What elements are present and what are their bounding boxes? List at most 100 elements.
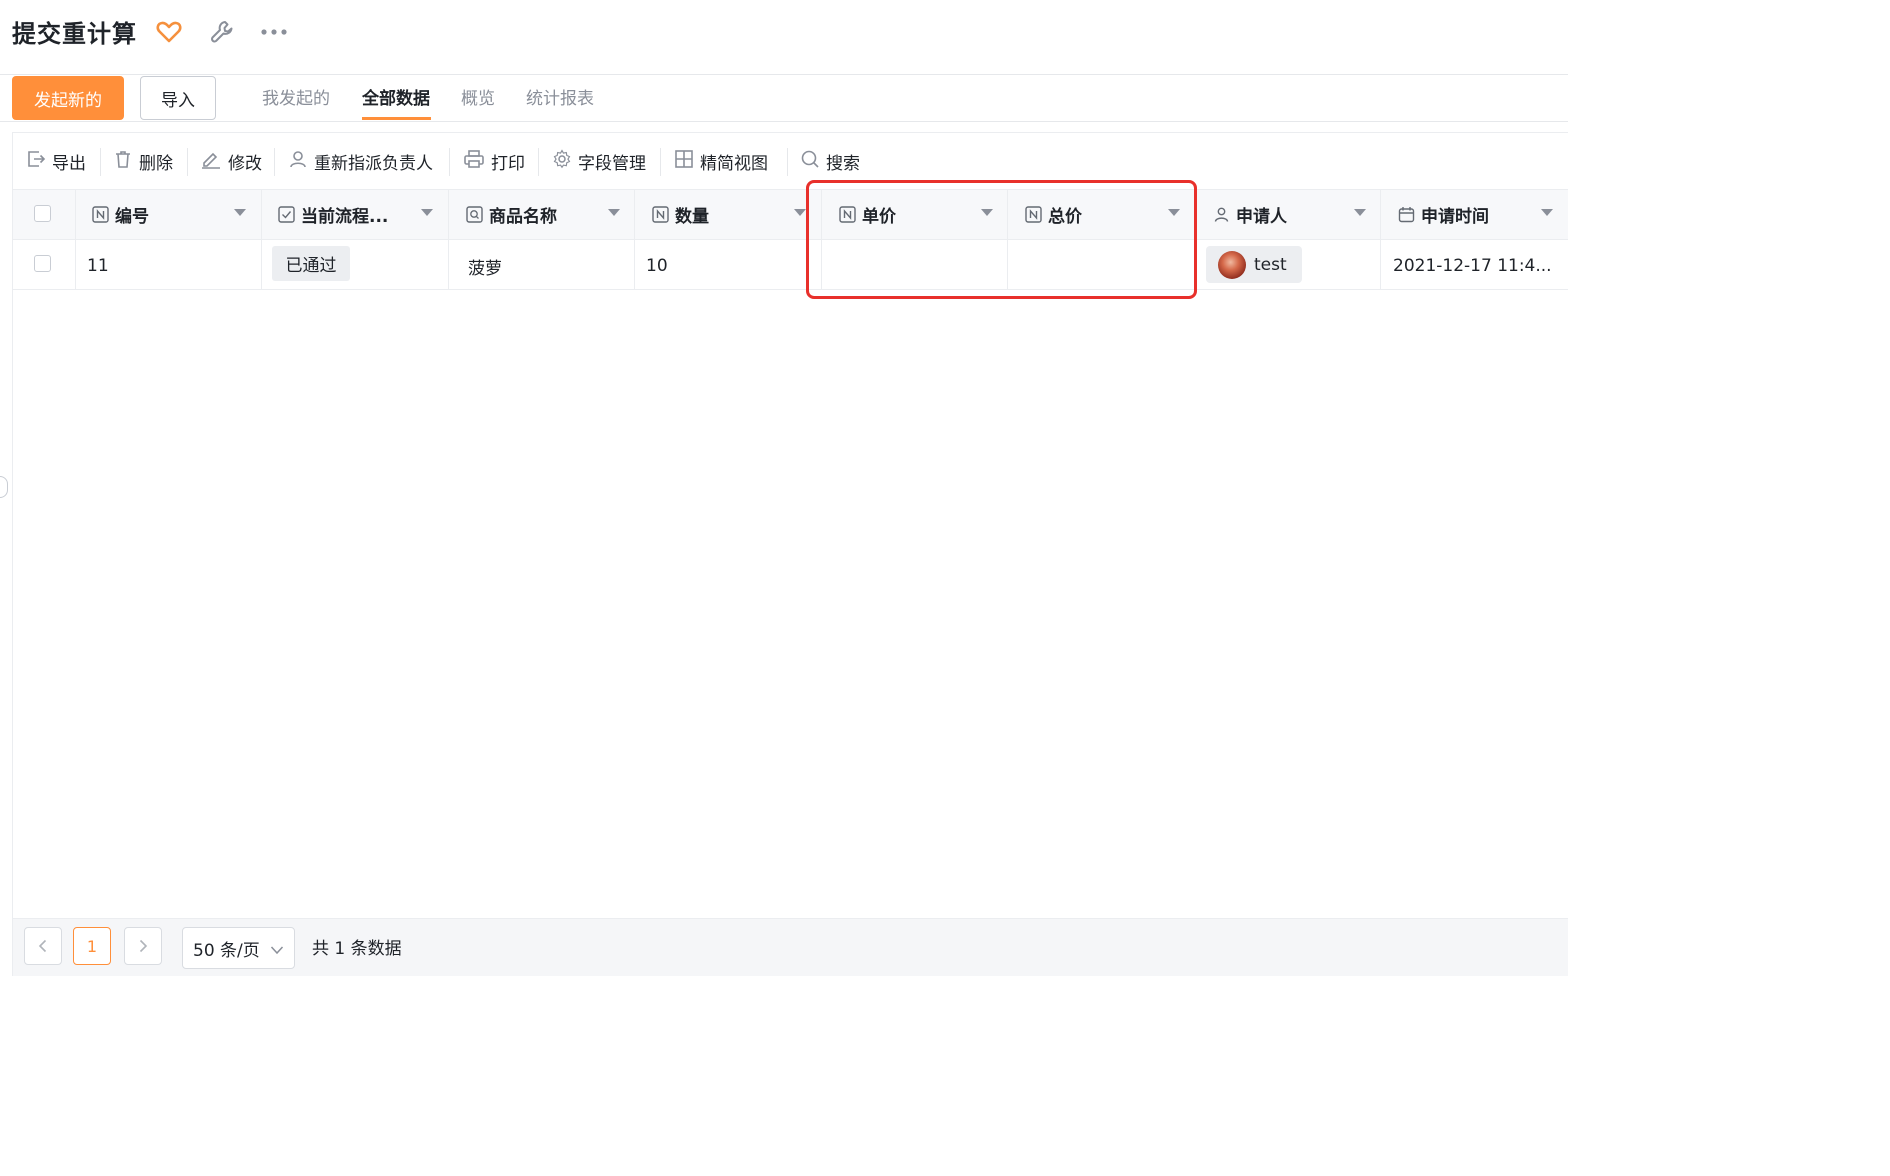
gear-icon <box>552 148 572 174</box>
column-header-current-process[interactable]: 当前流程... <box>278 190 388 239</box>
column-menu-caret-icon[interactable] <box>1354 209 1366 216</box>
grid-view-icon <box>674 149 694 174</box>
person-icon <box>288 149 308 174</box>
chevron-down-icon <box>270 940 284 960</box>
column-header-quantity[interactable]: 数量 <box>652 190 709 239</box>
number-field-icon <box>92 206 109 223</box>
import-button[interactable]: 导入 <box>140 76 216 120</box>
column-divider <box>75 190 76 289</box>
search-label: 搜索 <box>826 153 860 174</box>
number-field-icon <box>839 206 856 223</box>
column-header-applied-time[interactable]: 申请时间 <box>1398 190 1489 239</box>
applicant-name: test <box>1254 254 1287 275</box>
cell-total-price[interactable] <box>1019 252 1179 280</box>
number-field-icon <box>1025 206 1042 223</box>
printer-icon <box>463 149 485 174</box>
delete-button[interactable]: 删除 <box>113 146 173 176</box>
toolbar-separator <box>100 148 101 176</box>
edit-pen-icon <box>200 149 222 174</box>
avatar <box>1218 250 1246 279</box>
tab-overview[interactable]: 概览 <box>461 84 495 109</box>
status-badge: 已通过 <box>272 246 350 281</box>
page-size-value: 50 条/页 <box>193 940 260 961</box>
row-divider <box>13 289 1568 290</box>
search-field-icon <box>466 206 483 223</box>
delete-label: 删除 <box>139 153 173 174</box>
column-header-label: 当前流程... <box>301 207 389 227</box>
select-all-checkbox[interactable] <box>34 205 51 222</box>
column-divider <box>1380 190 1381 289</box>
tab-all-data[interactable]: 全部数据 <box>362 84 430 109</box>
compact-view-button[interactable]: 精简视图 <box>674 146 768 176</box>
page-title: 提交重计算 <box>12 20 137 48</box>
column-header-total-price[interactable]: 总价 <box>1025 190 1082 239</box>
print-label: 打印 <box>491 153 525 174</box>
field-management-button[interactable]: 字段管理 <box>552 146 646 176</box>
tab-my-initiated[interactable]: 我发起的 <box>262 84 330 109</box>
row-select-checkbox[interactable] <box>34 255 51 272</box>
column-divider <box>1007 190 1008 289</box>
column-divider <box>821 190 822 289</box>
compact-view-label: 精简视图 <box>700 153 768 174</box>
header-divider <box>0 74 1568 75</box>
cell-unit-price[interactable] <box>833 252 993 280</box>
wrench-icon[interactable] <box>208 18 236 46</box>
column-divider <box>448 190 449 289</box>
trash-icon <box>113 149 133 174</box>
active-tab-indicator <box>362 117 431 120</box>
toolbar-separator <box>449 148 450 176</box>
column-header-product-name[interactable]: 商品名称 <box>466 190 557 239</box>
column-menu-caret-icon[interactable] <box>421 209 433 216</box>
column-header-label: 数量 <box>675 207 709 227</box>
column-header-label: 申请人 <box>1236 207 1287 227</box>
cell-product-name[interactable]: 菠萝 <box>468 252 502 280</box>
toolbar-separator <box>274 148 275 176</box>
data-panel <box>12 132 1568 976</box>
cell-id[interactable]: 11 <box>87 252 109 280</box>
print-button[interactable]: 打印 <box>463 146 525 176</box>
column-header-label: 编号 <box>115 207 149 227</box>
tab-statistics-report[interactable]: 统计报表 <box>526 84 594 109</box>
column-header-id[interactable]: 编号 <box>92 190 149 239</box>
page-number-button[interactable]: 1 <box>73 927 111 965</box>
column-menu-caret-icon[interactable] <box>981 209 993 216</box>
column-menu-caret-icon[interactable] <box>234 209 246 216</box>
sidebar-collapse-handle[interactable] <box>0 476 8 498</box>
column-menu-caret-icon[interactable] <box>608 209 620 216</box>
column-menu-caret-icon[interactable] <box>1168 209 1180 216</box>
chevron-left-icon <box>38 939 47 953</box>
prev-page-button[interactable] <box>24 927 62 965</box>
chevron-right-icon <box>139 939 148 953</box>
cell-applied-time[interactable]: 2021-12-17 11:4... <box>1393 252 1552 280</box>
number-field-icon <box>652 206 669 223</box>
applicant-chip[interactable]: test <box>1206 246 1302 283</box>
cell-quantity[interactable]: 10 <box>646 252 668 280</box>
more-options-icon[interactable] <box>260 18 288 46</box>
column-divider <box>1194 190 1195 289</box>
toolbar-separator <box>187 148 188 176</box>
column-menu-caret-icon[interactable] <box>1541 209 1553 216</box>
favorite-heart-icon[interactable] <box>155 18 183 46</box>
edit-button[interactable]: 修改 <box>200 146 262 176</box>
column-divider <box>261 190 262 289</box>
next-page-button[interactable] <box>124 927 162 965</box>
checkbox-field-icon <box>278 206 295 223</box>
column-menu-caret-icon[interactable] <box>794 209 806 216</box>
page-size-select[interactable]: 50 条/页 <box>182 927 295 969</box>
column-header-applicant[interactable]: 申请人 <box>1213 190 1287 239</box>
tabs-divider <box>0 121 1568 122</box>
person-icon <box>1213 206 1230 223</box>
search-icon <box>800 149 820 174</box>
export-button[interactable]: 导出 <box>26 146 86 176</box>
reassign-label: 重新指派负责人 <box>314 153 433 174</box>
reassign-owner-button[interactable]: 重新指派负责人 <box>288 146 433 176</box>
column-header-label: 单价 <box>862 207 896 227</box>
column-header-unit-price[interactable]: 单价 <box>839 190 896 239</box>
start-new-button[interactable]: 发起新的 <box>12 76 124 120</box>
edit-label: 修改 <box>228 153 262 174</box>
calendar-icon <box>1398 206 1415 223</box>
toolbar-separator <box>660 148 661 176</box>
column-header-label: 总价 <box>1048 207 1082 227</box>
search-button[interactable]: 搜索 <box>800 146 860 176</box>
export-label: 导出 <box>52 153 86 174</box>
